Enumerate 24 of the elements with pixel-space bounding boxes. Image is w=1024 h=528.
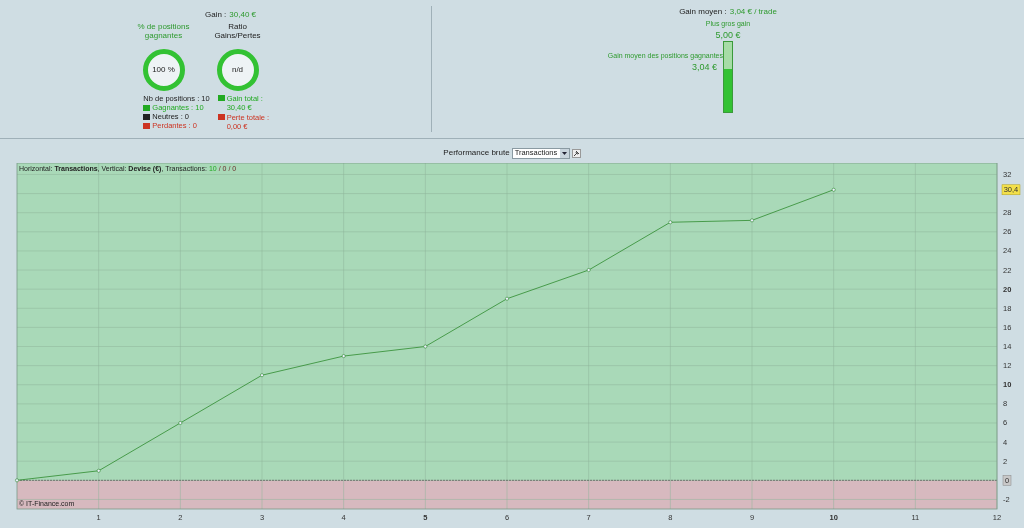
chart-label: Performance brute <box>443 147 510 159</box>
gain-value: 30,40 € <box>229 9 256 21</box>
gain-label: Gain : <box>204 9 227 21</box>
max-gain-value: 5,00 € <box>715 29 741 41</box>
gauge-title: Ratio Gains/Pertes <box>213 22 262 42</box>
wrench-icon[interactable] <box>571 148 581 158</box>
average-value: 3,04 € / trade <box>729 6 777 18</box>
data-point <box>505 296 509 301</box>
data-point <box>423 344 428 349</box>
data-point <box>96 468 101 473</box>
gauge-value: 100 % <box>152 64 175 76</box>
data-point <box>178 421 183 425</box>
average-label: Gain moyen : <box>679 6 727 18</box>
data-point <box>260 373 264 378</box>
data-point <box>15 478 19 483</box>
data-point <box>341 354 346 358</box>
data-point <box>586 268 591 272</box>
gauge-title: % de positions gagnantes <box>136 22 191 42</box>
data-point <box>668 220 673 225</box>
gauge-value: n/d <box>231 64 244 76</box>
data-point <box>750 218 754 223</box>
data-point <box>831 187 836 192</box>
dropdown-icon <box>559 148 569 158</box>
average-winning-value: 3,04 € <box>691 61 717 75</box>
